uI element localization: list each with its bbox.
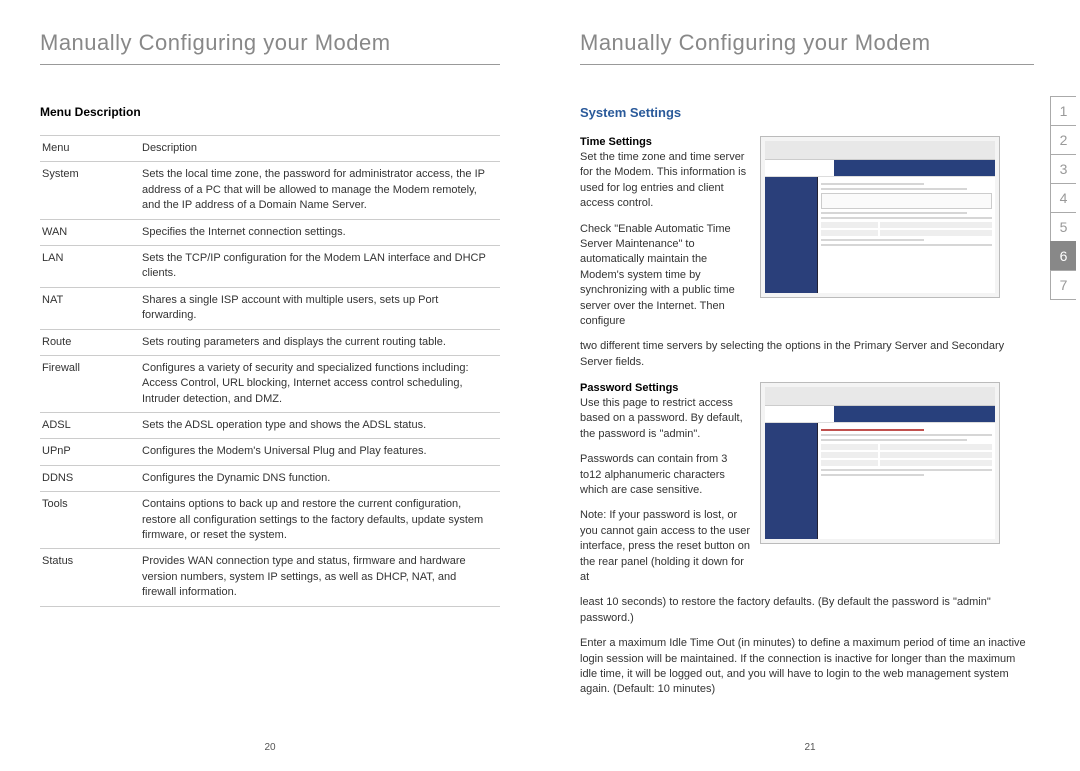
menu-name-cell: WAN (40, 219, 140, 245)
password-settings-screenshot (760, 382, 1000, 544)
password-settings-block: Password Settings Use this page to restr… (580, 382, 1034, 698)
time-settings-screenshot (760, 136, 1000, 298)
menu-desc-cell: Configures the Modem's Universal Plug an… (140, 439, 500, 465)
menu-name-cell: Route (40, 329, 140, 355)
menu-name-cell: DDNS (40, 465, 140, 491)
page-number-right: 21 (804, 742, 815, 753)
time-settings-block: Time Settings Set the time zone and time… (580, 136, 1034, 370)
menu-desc-cell: Specifies the Internet connection settin… (140, 219, 500, 245)
page-right: Manually Configuring your Modem System S… (540, 0, 1080, 771)
menu-name-cell: LAN (40, 245, 140, 287)
page-number-left: 20 (264, 742, 275, 753)
table-row: ToolsContains options to back up and res… (40, 492, 500, 549)
system-settings-heading: System Settings (580, 105, 1034, 120)
section-tab-3[interactable]: 3 (1050, 154, 1076, 184)
menu-desc-cell: Sets the TCP/IP configuration for the Mo… (140, 245, 500, 287)
menu-name-cell: ADSL (40, 413, 140, 439)
section-tab-4[interactable]: 4 (1050, 183, 1076, 213)
menu-desc-cell: Shares a single ISP account with multipl… (140, 287, 500, 329)
section-tab-6[interactable]: 6 (1050, 241, 1076, 271)
section-tab-5[interactable]: 5 (1050, 212, 1076, 242)
time-settings-p2b: two different time servers by selecting … (580, 339, 1034, 370)
password-settings-p2: Passwords can contain from 3 to12 alphan… (580, 452, 750, 498)
menu-name-cell: UPnP (40, 439, 140, 465)
section-tab-1[interactable]: 1 (1050, 96, 1076, 126)
table-row: UPnPConfigures the Modem's Universal Plu… (40, 439, 500, 465)
menu-desc-cell: Configures a variety of security and spe… (140, 355, 500, 412)
page-title-right: Manually Configuring your Modem (580, 30, 1034, 65)
table-row: RouteSets routing parameters and display… (40, 329, 500, 355)
menu-desc-cell: Provides WAN connection type and status,… (140, 549, 500, 606)
menu-name-cell: Tools (40, 492, 140, 549)
menu-desc-cell: Configures the Dynamic DNS function. (140, 465, 500, 491)
menu-name-cell: Firewall (40, 355, 140, 412)
menu-desc-cell: Sets the local time zone, the password f… (140, 162, 500, 219)
table-row: WANSpecifies the Internet connection set… (40, 219, 500, 245)
table-row: NATShares a single ISP account with mult… (40, 287, 500, 329)
password-settings-p4: Enter a maximum Idle Time Out (in minute… (580, 636, 1034, 698)
menu-desc-cell: Contains options to back up and restore … (140, 492, 500, 549)
password-settings-p3a: Note: If your password is lost, or you c… (580, 508, 750, 585)
section-tab-2[interactable]: 2 (1050, 125, 1076, 155)
menu-description-heading: Menu Description (40, 105, 500, 119)
table-row: SystemSets the local time zone, the pass… (40, 162, 500, 219)
table-row: LANSets the TCP/IP configuration for the… (40, 245, 500, 287)
password-settings-heading: Password Settings (580, 382, 750, 394)
col-header-description: Description (140, 136, 500, 162)
menu-name-cell: Status (40, 549, 140, 606)
table-row: StatusProvides WAN connection type and s… (40, 549, 500, 606)
page-title-left: Manually Configuring your Modem (40, 30, 500, 65)
table-row: DDNSConfigures the Dynamic DNS function. (40, 465, 500, 491)
time-settings-heading: Time Settings (580, 136, 750, 148)
section-tabs: 1234567 (1050, 96, 1076, 299)
section-tab-7[interactable]: 7 (1050, 270, 1076, 300)
table-row: ADSLSets the ADSL operation type and sho… (40, 413, 500, 439)
password-settings-p3b: least 10 seconds) to restore the factory… (580, 595, 1034, 626)
menu-desc-cell: Sets the ADSL operation type and shows t… (140, 413, 500, 439)
col-header-menu: Menu (40, 136, 140, 162)
password-settings-p1: Use this page to restrict access based o… (580, 396, 750, 442)
menu-description-table: Menu Description SystemSets the local ti… (40, 135, 500, 607)
menu-name-cell: NAT (40, 287, 140, 329)
page-left: Manually Configuring your Modem Menu Des… (0, 0, 540, 771)
time-settings-p2a: Check "Enable Automatic Time Server Main… (580, 222, 750, 330)
table-header-row: Menu Description (40, 136, 500, 162)
table-row: FirewallConfigures a variety of security… (40, 355, 500, 412)
time-settings-p1: Set the time zone and time server for th… (580, 150, 750, 212)
menu-desc-cell: Sets routing parameters and displays the… (140, 329, 500, 355)
menu-name-cell: System (40, 162, 140, 219)
